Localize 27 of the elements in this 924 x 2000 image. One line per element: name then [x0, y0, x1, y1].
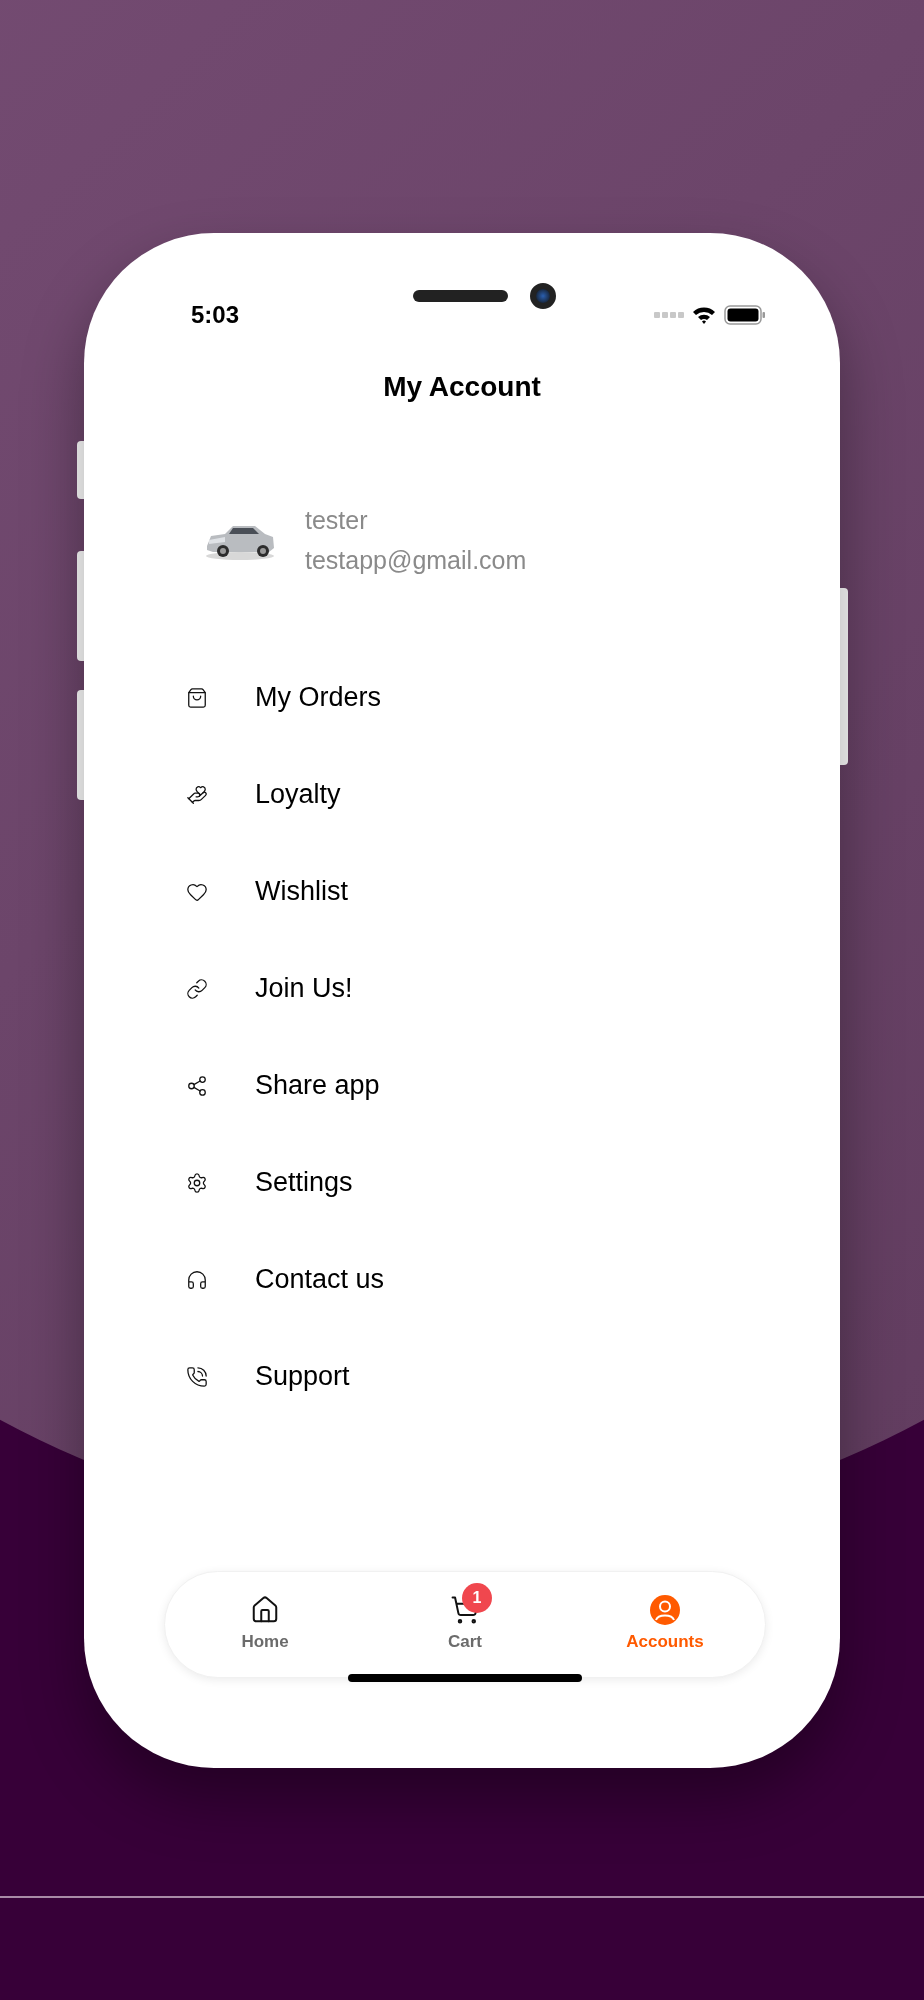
shopping-bag-icon	[186, 686, 208, 709]
settings-icon	[186, 1171, 208, 1194]
home-icon	[250, 1594, 280, 1625]
wifi-icon	[692, 306, 716, 324]
menu-item[interactable]: Settings	[84, 1134, 840, 1231]
link-icon	[186, 977, 208, 1000]
signal-icon	[654, 312, 684, 318]
menu-item[interactable]: My Orders	[84, 649, 840, 746]
status-time: 5:03	[191, 301, 240, 329]
menu-item[interactable]: Loyalty	[84, 746, 840, 843]
cart-badge: 1	[462, 1582, 492, 1613]
menu-item[interactable]: Wishlist	[84, 843, 840, 940]
battery-icon	[724, 305, 766, 325]
share-icon	[186, 1074, 208, 1097]
user-icon	[650, 1594, 680, 1625]
profile-name: tester	[305, 505, 369, 535]
menu-item[interactable]: Join Us!	[84, 940, 840, 1037]
profile-email: testapp@gmail.com	[305, 545, 527, 575]
menu-item[interactable]: Contact us	[84, 1231, 840, 1328]
phone-icon	[186, 1365, 208, 1388]
headset-icon	[186, 1268, 208, 1291]
menu-item[interactable]: Share app	[84, 1037, 840, 1134]
nav-tab[interactable]: Home	[165, 1572, 365, 1677]
hand-heart-icon	[186, 783, 208, 806]
menu-item[interactable]: Support	[84, 1328, 840, 1425]
camera-lens	[530, 283, 556, 309]
page-title: My Account	[383, 371, 541, 403]
